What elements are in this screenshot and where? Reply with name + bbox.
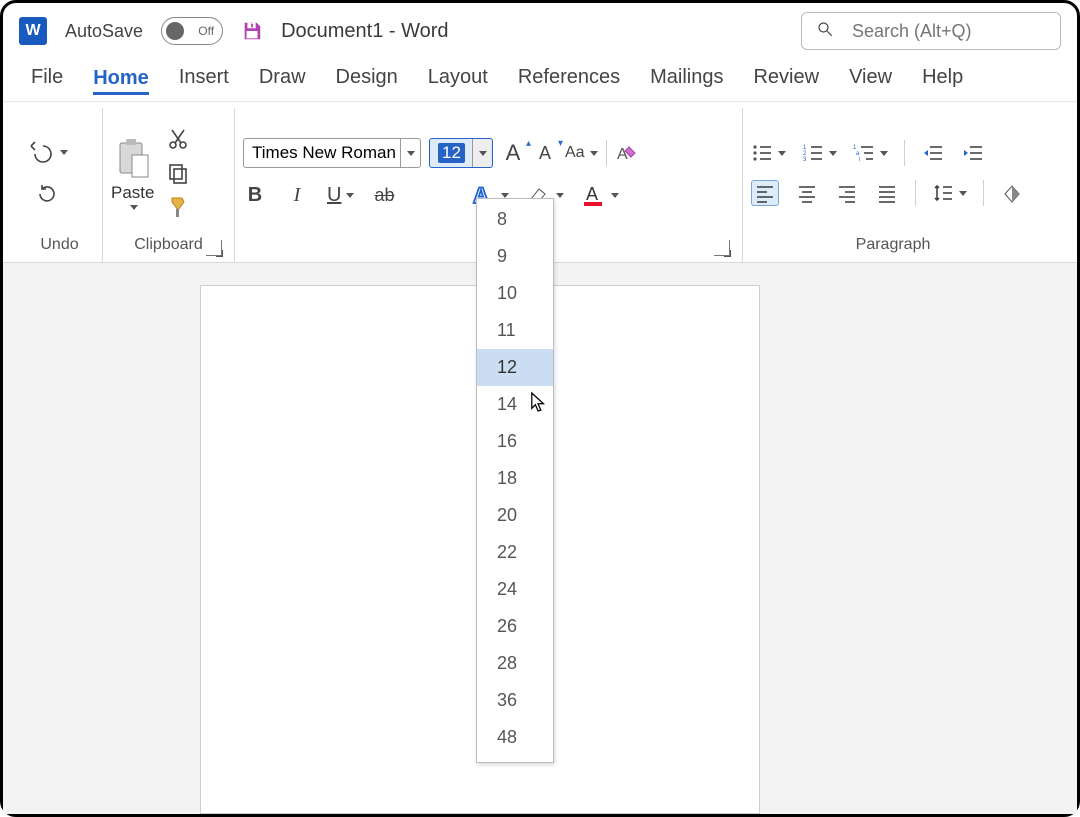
chevron-down-icon — [590, 151, 598, 156]
chevron-down-icon — [501, 193, 509, 198]
font-color-button[interactable]: A — [582, 182, 619, 208]
chevron-down-icon — [130, 205, 138, 210]
align-right-button[interactable] — [835, 180, 859, 206]
grow-font-button[interactable]: A▴ — [501, 140, 525, 166]
undo-button[interactable] — [25, 139, 68, 165]
chevron-down-icon — [829, 151, 837, 156]
group-undo: Undo — [17, 108, 103, 262]
font-size-option[interactable]: 28 — [477, 645, 553, 682]
font-size-option[interactable]: 12 — [477, 349, 553, 386]
ribbon-tabs: File Home Insert Draw Design Layout Refe… — [3, 59, 1077, 101]
font-size-option[interactable]: 10 — [477, 275, 553, 312]
font-size-option[interactable]: 36 — [477, 682, 553, 719]
format-painter-button[interactable] — [166, 194, 190, 220]
chevron-down-icon — [959, 191, 967, 196]
line-spacing-button[interactable] — [932, 180, 967, 206]
dialog-launcher-icon[interactable] — [714, 240, 730, 256]
font-size-value: 12 — [438, 143, 465, 163]
copy-button[interactable] — [166, 160, 190, 186]
chevron-down-icon — [880, 151, 888, 156]
underline-button[interactable]: U — [327, 182, 354, 208]
autosave-toggle[interactable]: Off — [161, 17, 223, 45]
font-size-option[interactable]: 48 — [477, 719, 553, 756]
bullets-button[interactable] — [751, 140, 786, 166]
group-undo-label: Undo — [25, 236, 94, 258]
group-clipboard-label: Clipboard — [111, 236, 226, 258]
font-size-option[interactable]: 14 — [477, 386, 553, 423]
chevron-down-icon — [346, 193, 354, 198]
tab-review[interactable]: Review — [753, 66, 819, 95]
font-size-option[interactable]: 16 — [477, 423, 553, 460]
chevron-down-icon — [60, 150, 68, 155]
word-app-icon: W — [19, 17, 47, 45]
cut-button[interactable] — [166, 126, 190, 152]
tab-home[interactable]: Home — [93, 67, 149, 96]
decrease-indent-button[interactable] — [921, 140, 945, 166]
search-icon — [816, 20, 834, 43]
font-size-option[interactable]: 8 — [477, 201, 553, 238]
group-paragraph-label: Paragraph — [751, 236, 1035, 258]
tab-layout[interactable]: Layout — [428, 66, 488, 95]
tab-insert[interactable]: Insert — [179, 66, 229, 95]
shrink-font-button[interactable]: A▾ — [533, 140, 557, 166]
svg-text:A: A — [586, 184, 598, 204]
font-size-option[interactable]: 9 — [477, 238, 553, 275]
font-size-dropdown[interactable]: 8 9 10 11 12 14 16 18 20 22 24 26 28 36 … — [476, 198, 554, 763]
autosave-label: AutoSave — [65, 21, 143, 42]
multilevel-list-button[interactable]: 1ai — [853, 140, 888, 166]
increase-indent-button[interactable] — [961, 140, 985, 166]
strikethrough-button[interactable]: ab — [372, 182, 396, 208]
chevron-down-icon — [778, 151, 786, 156]
svg-text:3: 3 — [803, 157, 807, 163]
chevron-down-icon — [611, 193, 619, 198]
font-size-option[interactable]: 22 — [477, 534, 553, 571]
tab-view[interactable]: View — [849, 66, 892, 95]
numbering-button[interactable]: 123 — [802, 140, 837, 166]
change-case-button[interactable]: Aa — [565, 140, 598, 166]
svg-text:i: i — [859, 157, 860, 163]
tab-draw[interactable]: Draw — [259, 66, 306, 95]
font-size-option[interactable]: 18 — [477, 460, 553, 497]
font-size-option[interactable]: 20 — [477, 497, 553, 534]
autosave-state: Off — [198, 24, 214, 38]
paste-button[interactable]: Paste — [111, 137, 154, 210]
tab-file[interactable]: File — [31, 66, 63, 95]
tab-help[interactable]: Help — [922, 66, 963, 95]
font-name-combo[interactable]: Times New Roman — [243, 138, 421, 168]
justify-button[interactable] — [875, 180, 899, 206]
tab-mailings[interactable]: Mailings — [650, 66, 723, 95]
chevron-down-icon — [407, 151, 415, 156]
group-clipboard: Paste Clipboard — [103, 108, 235, 262]
font-size-option[interactable]: 11 — [477, 312, 553, 349]
italic-button[interactable]: I — [285, 182, 309, 208]
tab-design[interactable]: Design — [336, 66, 398, 95]
align-left-button[interactable] — [751, 180, 779, 206]
group-paragraph: 123 1ai — [743, 108, 1043, 262]
font-size-option[interactable]: 26 — [477, 608, 553, 645]
font-size-combo[interactable]: 12 — [429, 138, 493, 168]
document-title: Document1 - Word — [281, 20, 448, 43]
align-center-button[interactable] — [795, 180, 819, 206]
chevron-down-icon — [556, 193, 564, 198]
font-size-option[interactable]: 24 — [477, 571, 553, 608]
autosave-knob — [166, 22, 184, 40]
search-box[interactable] — [801, 12, 1061, 50]
dialog-launcher-icon[interactable] — [206, 240, 222, 256]
save-icon[interactable] — [241, 20, 263, 42]
svg-text:A: A — [617, 146, 628, 163]
font-name-value: Times New Roman — [252, 143, 400, 163]
title-bar: W AutoSave Off Document1 - Word — [3, 3, 1077, 59]
bold-button[interactable]: B — [243, 182, 267, 208]
tab-references[interactable]: References — [518, 66, 620, 95]
redo-button[interactable] — [34, 181, 60, 207]
shading-button[interactable] — [1000, 180, 1024, 206]
search-input[interactable] — [850, 20, 1020, 43]
clear-formatting-button[interactable]: A — [615, 140, 639, 166]
paste-label: Paste — [111, 183, 154, 203]
chevron-down-icon — [479, 151, 487, 156]
